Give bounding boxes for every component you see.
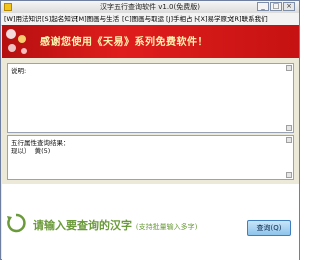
window-title: 汉字五行查询软件 v1.0(免费版) — [100, 3, 200, 11]
refresh-icon — [7, 213, 26, 233]
menu-item-fortune[interactable]: [C]图画与取运 — [122, 14, 164, 24]
banner: 感谢您使用《天易》系列免费软件！ — [2, 25, 299, 58]
app-window: 汉字五行查询软件 v1.0(免费版) _ □ × [W]用法知识 [S]起名知识… — [0, 0, 300, 260]
menu-item-texts[interactable]: [X]易学原文 — [198, 14, 234, 24]
info-panel[interactable]: 说明: — [7, 63, 294, 133]
menu-item-life[interactable]: [M]图画与生活 — [76, 14, 119, 24]
info-label: 说明: — [11, 67, 27, 75]
flower-decoration-icon — [6, 29, 27, 54]
scroll-down-arrow-icon[interactable] — [286, 125, 292, 131]
menu-item-usage[interactable]: [W]用法知识 — [4, 14, 42, 24]
result-panel[interactable]: 五行属性查询结果： 现以） 黄(5) — [7, 135, 294, 180]
result-value: 现以） 黄(5) — [11, 147, 51, 155]
menu-item-palm[interactable]: [J]手相占卜 — [166, 14, 199, 24]
scroll-up-arrow-icon[interactable] — [286, 137, 292, 143]
maximize-button[interactable]: □ — [270, 2, 282, 11]
menu-item-naming[interactable]: [S]起名知识 — [42, 14, 77, 24]
search-hint: (支持批量输入多字) — [135, 223, 198, 231]
scroll-down-arrow-icon[interactable] — [286, 172, 292, 178]
result-title: 五行属性查询结果： — [11, 139, 70, 147]
scroll-up-arrow-icon[interactable] — [286, 65, 292, 71]
menu-item-contact[interactable]: [R]联系我们 — [232, 14, 268, 24]
search-input-placeholder: 请输入要查询的汉字 — [33, 219, 132, 232]
minimize-button[interactable]: _ — [257, 2, 269, 11]
query-button[interactable]: 查询(Q) — [247, 220, 291, 236]
banner-text: 感谢您使用《天易》系列免费软件！ — [40, 37, 208, 48]
close-button[interactable]: × — [283, 2, 295, 11]
search-input[interactable]: 请输入要查询的汉字 (支持批量输入多字) — [33, 217, 197, 233]
